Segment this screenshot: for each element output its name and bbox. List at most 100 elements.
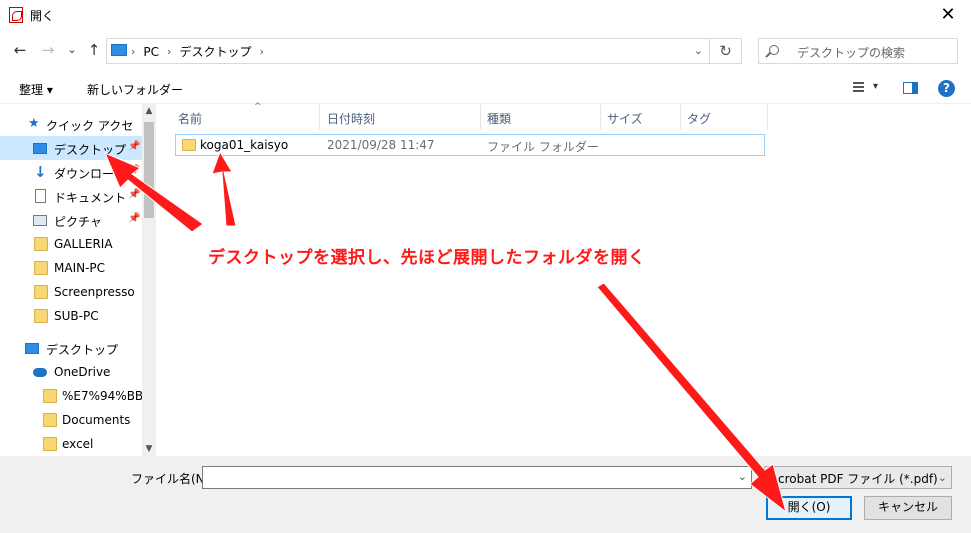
sidebar-item-label: ダウンロード bbox=[54, 167, 127, 181]
close-button[interactable]: ✕ bbox=[925, 0, 971, 30]
column-header-name[interactable]: ^ 名前 bbox=[172, 102, 320, 130]
column-label: 種類 bbox=[487, 112, 512, 126]
file-date: 2021/09/28 11:47 bbox=[327, 138, 435, 152]
view-options-icon[interactable] bbox=[848, 82, 864, 94]
file-list: ^ 名前 日付時刻 種類 サイズ タグ koga01_kaisyo 2021/0… bbox=[160, 102, 971, 456]
organize-button[interactable]: 整理 ▾ bbox=[19, 81, 53, 98]
sidebar-item-downloads[interactable]: ↓ ダウンロード 📌 bbox=[0, 160, 142, 184]
sidebar-item-excel[interactable]: excel bbox=[0, 432, 142, 456]
chevron-down-icon[interactable]: ⌄ bbox=[738, 470, 747, 483]
folder-icon bbox=[34, 237, 48, 251]
column-header-type[interactable]: 種類 bbox=[481, 104, 601, 130]
file-type-select[interactable]: Acrobat PDF ファイル (*.pdf) ⌄ bbox=[764, 466, 952, 489]
column-label: サイズ bbox=[607, 112, 643, 126]
window-title: 開く bbox=[30, 9, 55, 23]
column-label: タグ bbox=[687, 112, 712, 126]
desktop-icon bbox=[33, 143, 47, 154]
breadcrumb-separator: › bbox=[131, 45, 136, 58]
folder-icon bbox=[182, 139, 196, 151]
sidebar-item-label: excel bbox=[62, 437, 94, 451]
folder-icon bbox=[34, 261, 48, 275]
sidebar-item-documents-onedrive[interactable]: Documents bbox=[0, 408, 142, 432]
filename-input[interactable]: ⌄ bbox=[202, 466, 752, 489]
file-type-value: Acrobat PDF ファイル (*.pdf) bbox=[770, 472, 938, 486]
annotation-text: デスクトップを選択し、先ほど展開したフォルダを開く bbox=[208, 248, 646, 268]
search-icon bbox=[769, 45, 779, 55]
star-icon: ★ bbox=[28, 116, 40, 131]
folder-icon bbox=[34, 309, 48, 323]
recent-locations-button[interactable]: ⌄ bbox=[62, 40, 82, 60]
sidebar-item-label: GALLERIA bbox=[54, 237, 113, 251]
file-type: ファイル フォルダー bbox=[487, 140, 599, 154]
folder-icon bbox=[34, 285, 48, 299]
scroll-thumb[interactable] bbox=[144, 122, 154, 218]
chevron-down-icon: ⌄ bbox=[937, 471, 947, 484]
desktop-icon bbox=[25, 343, 39, 354]
scroll-up-arrow[interactable]: ▲ bbox=[142, 106, 156, 116]
sidebar-item-label: デスクトップ bbox=[54, 143, 127, 157]
sidebar-scrollbar[interactable]: ▲ ▼ bbox=[142, 104, 156, 456]
breadcrumb-pc[interactable]: PC bbox=[143, 45, 159, 59]
pin-icon: 📌 bbox=[128, 141, 141, 152]
sidebar-item-onedrive[interactable]: OneDrive bbox=[0, 360, 142, 384]
column-label: 日付時刻 bbox=[327, 112, 376, 126]
folder-icon bbox=[43, 413, 57, 427]
sidebar-item-sub-pc[interactable]: SUB-PC bbox=[0, 304, 142, 328]
footer-bar: ファイル名(N): ⌄ Acrobat PDF ファイル (*.pdf) ⌄ 開… bbox=[0, 456, 971, 533]
pc-icon bbox=[111, 44, 127, 56]
preview-pane-icon[interactable] bbox=[903, 82, 918, 94]
document-icon bbox=[35, 189, 46, 203]
new-folder-button[interactable]: 新しいフォルダー bbox=[87, 81, 183, 98]
breadcrumb: › PC › デスクトップ › bbox=[131, 43, 264, 60]
up-button[interactable]: ↑ bbox=[84, 40, 104, 60]
sidebar-item-label: ドキュメント bbox=[54, 191, 127, 205]
picture-icon bbox=[33, 215, 47, 226]
search-input[interactable]: デスクトップの検索 bbox=[758, 38, 958, 64]
column-header-date[interactable]: 日付時刻 bbox=[321, 104, 481, 130]
column-header-tags[interactable]: タグ bbox=[681, 104, 768, 130]
list-item[interactable]: koga01_kaisyo 2021/09/28 11:47 ファイル フォルダ… bbox=[175, 134, 765, 156]
sidebar-item-quick-access[interactable]: ★ クイック アクセス bbox=[0, 112, 142, 151]
title-bar: 開く ✕ bbox=[0, 0, 971, 30]
sidebar-item-label: デスクトップ bbox=[46, 343, 119, 357]
sidebar-item-label: Screenpresso bbox=[54, 285, 135, 299]
column-label: 名前 bbox=[178, 112, 203, 126]
sidebar-item-encoded-folder[interactable]: %E7%94%BB% bbox=[0, 384, 155, 408]
sidebar-item-galleria[interactable]: GALLERIA bbox=[0, 232, 142, 256]
sidebar-item-label: %E7%94%BB% bbox=[62, 389, 155, 403]
navigation-pane: ★ クイック アクセス デスクトップ 📌 ↓ ダウンロード 📌 ドキュメント 📌… bbox=[0, 104, 158, 456]
sidebar-item-label: SUB-PC bbox=[54, 309, 99, 323]
pin-icon: 📌 bbox=[128, 165, 141, 176]
address-bar[interactable]: › PC › デスクトップ › ⌄ bbox=[106, 38, 710, 64]
view-dropdown-icon[interactable]: ▾ bbox=[873, 81, 878, 92]
sidebar-item-main-pc[interactable]: MAIN-PC bbox=[0, 256, 142, 280]
command-bar: 整理 ▾ 新しいフォルダー ▾ ? bbox=[0, 72, 971, 104]
download-icon: ↓ bbox=[34, 163, 47, 181]
acrobat-icon bbox=[9, 7, 23, 23]
cancel-button[interactable]: キャンセル bbox=[864, 496, 952, 520]
folder-icon bbox=[43, 389, 57, 403]
pin-icon: 📌 bbox=[128, 213, 141, 224]
file-name: koga01_kaisyo bbox=[200, 138, 289, 152]
breadcrumb-separator: › bbox=[167, 45, 172, 58]
open-button[interactable]: 開く(O) bbox=[766, 496, 852, 520]
column-header-size[interactable]: サイズ bbox=[601, 104, 681, 130]
sidebar-item-documents[interactable]: ドキュメント 📌 bbox=[0, 184, 142, 208]
sidebar-item-label: ピクチャ bbox=[54, 215, 102, 229]
navigation-bar: ← → ⌄ ↑ › PC › デスクトップ › ⌄ ↻ デスクトップの検索 bbox=[0, 30, 971, 72]
sidebar-item-screenpresso[interactable]: Screenpresso bbox=[0, 280, 142, 304]
scroll-down-arrow[interactable]: ▼ bbox=[142, 444, 156, 454]
back-button[interactable]: ← bbox=[10, 40, 30, 60]
sidebar-item-pictures[interactable]: ピクチャ 📌 bbox=[0, 208, 142, 232]
help-icon[interactable]: ? bbox=[938, 80, 955, 97]
breadcrumb-separator: › bbox=[259, 45, 264, 58]
sidebar-item-desktop[interactable]: デスクトップ 📌 bbox=[0, 136, 142, 160]
forward-button[interactable]: → bbox=[38, 40, 58, 60]
refresh-button[interactable]: ↻ bbox=[710, 38, 742, 64]
sidebar-item-label: OneDrive bbox=[54, 365, 111, 379]
chevron-down-icon[interactable]: ⌄ bbox=[694, 44, 703, 57]
sidebar-item-desktop-root[interactable]: デスクトップ bbox=[0, 336, 142, 360]
folder-icon bbox=[43, 437, 57, 451]
breadcrumb-desktop[interactable]: デスクトップ bbox=[179, 43, 251, 60]
sort-ascending-icon: ^ bbox=[254, 102, 262, 112]
